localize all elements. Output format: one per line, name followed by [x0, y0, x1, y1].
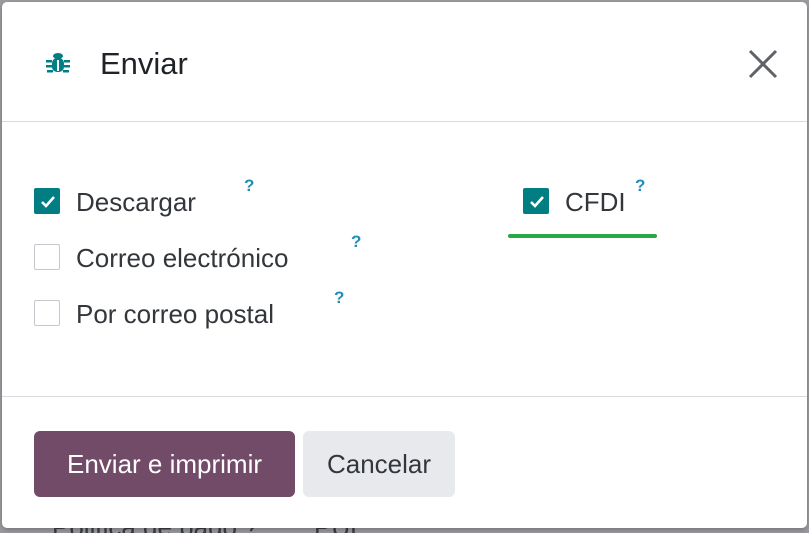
descargar-checkbox[interactable]	[34, 188, 60, 214]
correo-electronico-help-icon[interactable]: ?	[351, 232, 361, 252]
send-dialog: Enviar Descargar ? Correo electrónico ?	[2, 2, 807, 528]
dialog-footer: Enviar e imprimir Cancelar	[2, 396, 807, 528]
close-button[interactable]	[744, 45, 782, 83]
cfdi-checkbox[interactable]	[523, 188, 549, 214]
dialog-header: Enviar	[2, 2, 807, 122]
checkmark-icon	[530, 196, 544, 208]
bug-icon[interactable]	[44, 49, 72, 77]
correo-postal-help-icon[interactable]: ?	[334, 288, 344, 308]
send-and-print-button[interactable]: Enviar e imprimir	[34, 431, 295, 497]
descargar-label: Descargar	[76, 187, 196, 217]
correo-postal-checkbox[interactable]	[34, 300, 60, 326]
close-icon	[748, 49, 778, 79]
descargar-help-icon[interactable]: ?	[244, 176, 254, 196]
checkmark-icon	[41, 196, 55, 208]
correo-electronico-checkbox[interactable]	[34, 244, 60, 270]
cfdi-highlight-underline	[508, 234, 657, 238]
dialog-title: Enviar	[100, 46, 188, 81]
dialog-body: Descargar ? Correo electrónico ? Por cor…	[2, 122, 807, 396]
cfdi-label: CFDI	[565, 187, 626, 217]
correo-electronico-label: Correo electrónico	[76, 243, 289, 273]
cfdi-help-icon[interactable]: ?	[635, 176, 645, 196]
correo-postal-label: Por correo postal	[76, 299, 274, 329]
cancel-button[interactable]: Cancelar	[303, 431, 455, 497]
